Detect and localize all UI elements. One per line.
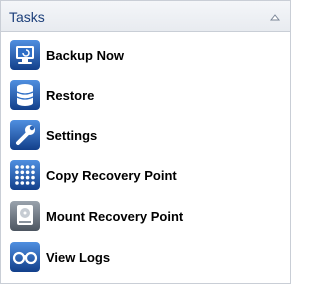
task-settings[interactable]: Settings bbox=[9, 117, 279, 153]
chevron-up-icon[interactable] bbox=[270, 13, 280, 21]
task-label: Settings bbox=[46, 127, 98, 143]
wrench-icon bbox=[10, 120, 40, 150]
task-label: Mount Recovery Point bbox=[46, 208, 184, 224]
panel-title: Tasks bbox=[9, 9, 45, 25]
task-label: Restore bbox=[46, 87, 95, 103]
task-view-logs[interactable]: View Logs bbox=[9, 239, 279, 275]
task-backup-now[interactable]: Backup Now bbox=[9, 37, 279, 73]
task-mount-recovery-point[interactable]: Mount Recovery Point bbox=[9, 198, 279, 234]
task-label: Copy Recovery Point bbox=[46, 167, 177, 183]
tasks-panel: Tasks Backup Now Restore Settings Copy R… bbox=[0, 0, 291, 284]
task-copy-recovery-point[interactable]: Copy Recovery Point bbox=[9, 157, 279, 193]
tasks-panel-header[interactable]: Tasks bbox=[1, 1, 290, 32]
backup-monitor-icon bbox=[10, 40, 40, 70]
task-label: View Logs bbox=[46, 249, 111, 265]
grid-dots-icon bbox=[10, 160, 40, 190]
task-label: Backup Now bbox=[46, 47, 125, 63]
glasses-icon bbox=[10, 242, 40, 272]
restore-database-icon bbox=[10, 80, 40, 110]
disk-drive-icon bbox=[10, 201, 40, 231]
task-restore[interactable]: Restore bbox=[9, 77, 279, 113]
